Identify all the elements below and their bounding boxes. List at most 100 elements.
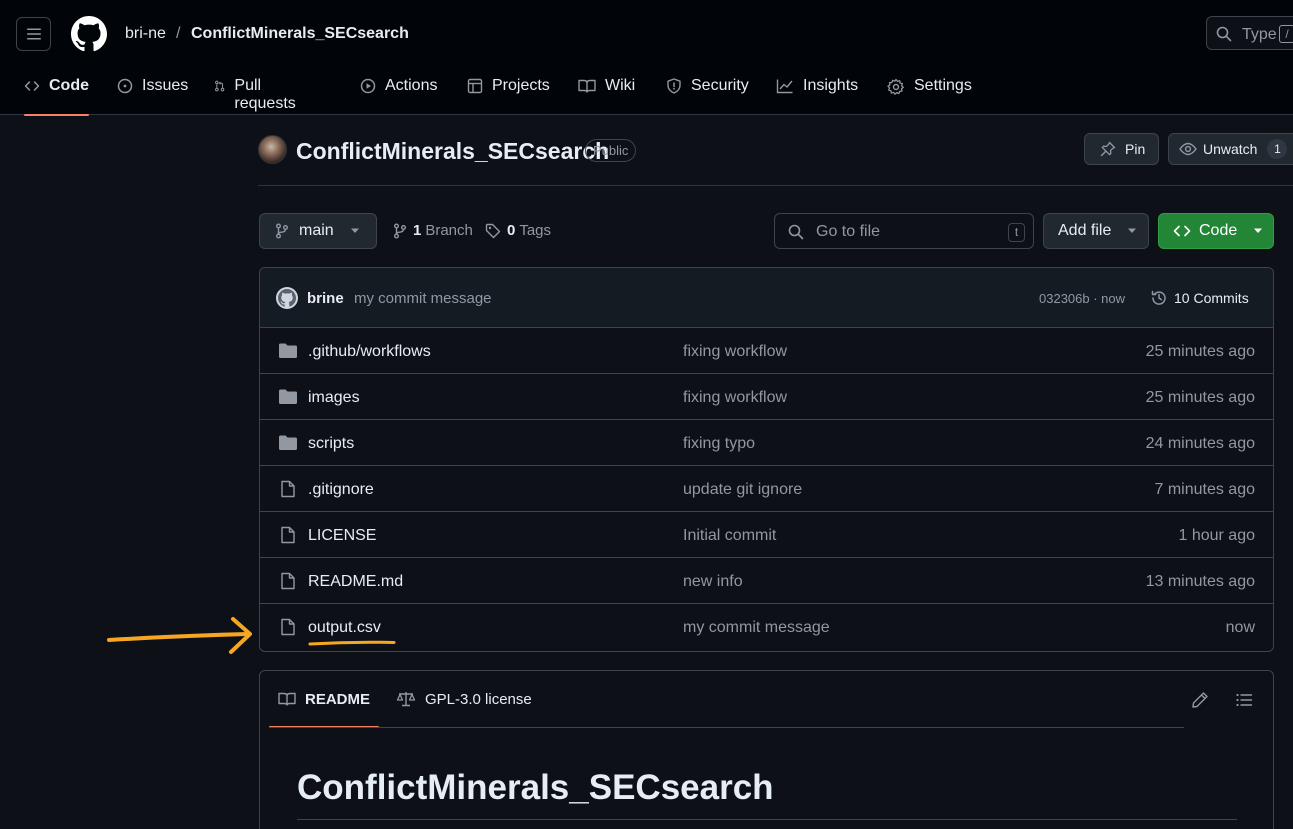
gear-icon	[887, 78, 904, 95]
chevron-down-icon	[1128, 228, 1137, 233]
table-icon	[467, 78, 483, 94]
list-icon[interactable]	[1235, 691, 1253, 709]
code-icon	[24, 81, 40, 91]
readme-heading: ConflictMinerals_SECsearch	[297, 768, 774, 807]
tab-license-label: GPL-3.0 license	[425, 690, 532, 708]
tab-projects-label: Projects	[492, 77, 550, 94]
go-to-file-input[interactable]: Go to file t	[774, 213, 1034, 249]
table-row[interactable]: output.csv my commit message now	[260, 604, 1273, 650]
tab-code[interactable]: Code	[24, 62, 89, 116]
add-file-button[interactable]: Add file	[1043, 213, 1149, 249]
add-file-label: Add file	[1058, 222, 1112, 239]
tab-security[interactable]: Security	[666, 62, 749, 115]
file-commit-message[interactable]: fixing workflow	[683, 343, 787, 361]
file-commit-age: now	[1225, 619, 1255, 636]
file-name[interactable]: scripts	[308, 435, 354, 453]
table-row[interactable]: .gitignore update git ignore 7 minutes a…	[260, 466, 1273, 512]
tab-actions[interactable]: Actions	[360, 62, 437, 115]
pin-icon	[1100, 141, 1116, 157]
commits-label: Commits	[1193, 290, 1249, 306]
law-icon	[396, 692, 416, 707]
unwatch-button[interactable]: Unwatch 1	[1168, 133, 1293, 165]
github-logo-icon[interactable]	[71, 16, 107, 52]
file-name[interactable]: .gitignore	[308, 481, 374, 499]
annotation-arrow-icon	[107, 617, 252, 654]
tab-pull-requests[interactable]: Pull requests	[214, 62, 300, 115]
history-icon	[1151, 290, 1166, 305]
tab-readme[interactable]: README	[268, 671, 380, 728]
file-name[interactable]: LICENSE	[308, 527, 376, 545]
commits-count: 10	[1174, 290, 1190, 306]
branch-name: main	[299, 222, 334, 239]
graph-icon	[776, 79, 793, 94]
table-row[interactable]: images fixing workflow 25 minutes ago	[260, 374, 1273, 420]
file-commit-age: 13 minutes ago	[1145, 573, 1255, 590]
branch-icon	[276, 223, 288, 239]
branches-link[interactable]: 1 Branch	[393, 222, 473, 239]
table-row[interactable]: README.md new info 13 minutes ago	[260, 558, 1273, 604]
menu-button[interactable]	[16, 17, 51, 51]
folder-icon	[279, 435, 297, 450]
tab-license[interactable]: GPL-3.0 license	[396, 671, 532, 727]
file-commit-message[interactable]: update git ignore	[683, 481, 802, 499]
commit-hash-time[interactable]: 032306b · now	[1039, 291, 1125, 306]
commit-author[interactable]: brine	[307, 290, 344, 307]
code-button-label: Code	[1199, 222, 1238, 239]
file-name[interactable]: output.csv	[308, 619, 381, 637]
tab-pull-requests-label: Pull requests	[234, 77, 296, 112]
repo-title[interactable]: ConflictMinerals_SECsearch	[296, 138, 609, 165]
breadcrumb-repo[interactable]: ConflictMinerals_SECsearch	[191, 25, 409, 43]
table-row[interactable]: LICENSE Initial commit 1 hour ago	[260, 512, 1273, 558]
folder-icon	[279, 343, 297, 358]
readme-heading-rule	[297, 819, 1237, 820]
pin-button[interactable]: Pin	[1084, 133, 1159, 165]
tab-insights[interactable]: Insights	[776, 62, 858, 115]
file-commit-message[interactable]: fixing typo	[683, 435, 755, 453]
code-dropdown-button[interactable]: Code	[1158, 213, 1274, 249]
visibility-badge: Public	[585, 139, 637, 162]
file-commit-age: 24 minutes ago	[1145, 435, 1255, 452]
breadcrumb-owner[interactable]: bri-ne	[125, 25, 166, 43]
file-commit-age: 25 minutes ago	[1145, 389, 1255, 406]
owner-avatar[interactable]	[258, 135, 287, 164]
hamburger-icon	[26, 28, 41, 40]
repo-header-divider	[258, 185, 1293, 186]
code-icon	[1173, 225, 1191, 237]
file-commit-age: 1 hour ago	[1178, 527, 1255, 544]
branch-label: Branch	[425, 222, 473, 239]
file-commit-message[interactable]: fixing workflow	[683, 389, 787, 407]
file-commit-message[interactable]: my commit message	[683, 619, 830, 637]
commit-author-avatar[interactable]	[276, 287, 298, 309]
tag-icon	[485, 223, 501, 238]
file-commit-message[interactable]: new info	[683, 573, 743, 591]
branch-icon	[394, 223, 406, 238]
top-header: bri-ne / ConflictMinerals_SECsearch Type…	[0, 0, 1293, 116]
tab-projects[interactable]: Projects	[467, 62, 550, 115]
book-icon	[578, 79, 596, 93]
tag-count: 0	[507, 222, 516, 239]
tab-security-label: Security	[691, 77, 749, 94]
table-row[interactable]: .github/workflows fixing workflow 25 min…	[260, 328, 1273, 374]
file-name[interactable]: .github/workflows	[308, 343, 431, 361]
pencil-icon[interactable]	[1191, 691, 1209, 709]
file-name[interactable]: README.md	[308, 573, 403, 591]
chevron-down-icon	[1254, 228, 1263, 233]
book-icon	[278, 692, 296, 706]
branch-selector[interactable]: main	[259, 213, 377, 249]
tab-issues[interactable]: Issues	[117, 62, 188, 115]
tab-settings[interactable]: Settings	[887, 62, 972, 115]
file-browser: brine my commit message 032306b · now 10…	[259, 267, 1274, 652]
unwatch-label: Unwatch	[1203, 141, 1258, 157]
tab-actions-label: Actions	[385, 77, 438, 94]
go-to-file-shortcut: t	[1008, 223, 1025, 242]
table-row[interactable]: scripts fixing typo 24 minutes ago	[260, 420, 1273, 466]
commit-message[interactable]: my commit message	[354, 290, 492, 307]
file-commit-message[interactable]: Initial commit	[683, 527, 776, 545]
tags-link[interactable]: 0 Tags	[485, 222, 551, 239]
global-search-input[interactable]: Type /	[1206, 16, 1293, 50]
commits-history-link[interactable]: 10 Commits	[1150, 289, 1249, 307]
chevron-down-icon	[350, 228, 359, 233]
file-name[interactable]: images	[308, 389, 360, 407]
tab-wiki[interactable]: Wiki	[578, 62, 635, 115]
search-icon	[788, 224, 804, 240]
